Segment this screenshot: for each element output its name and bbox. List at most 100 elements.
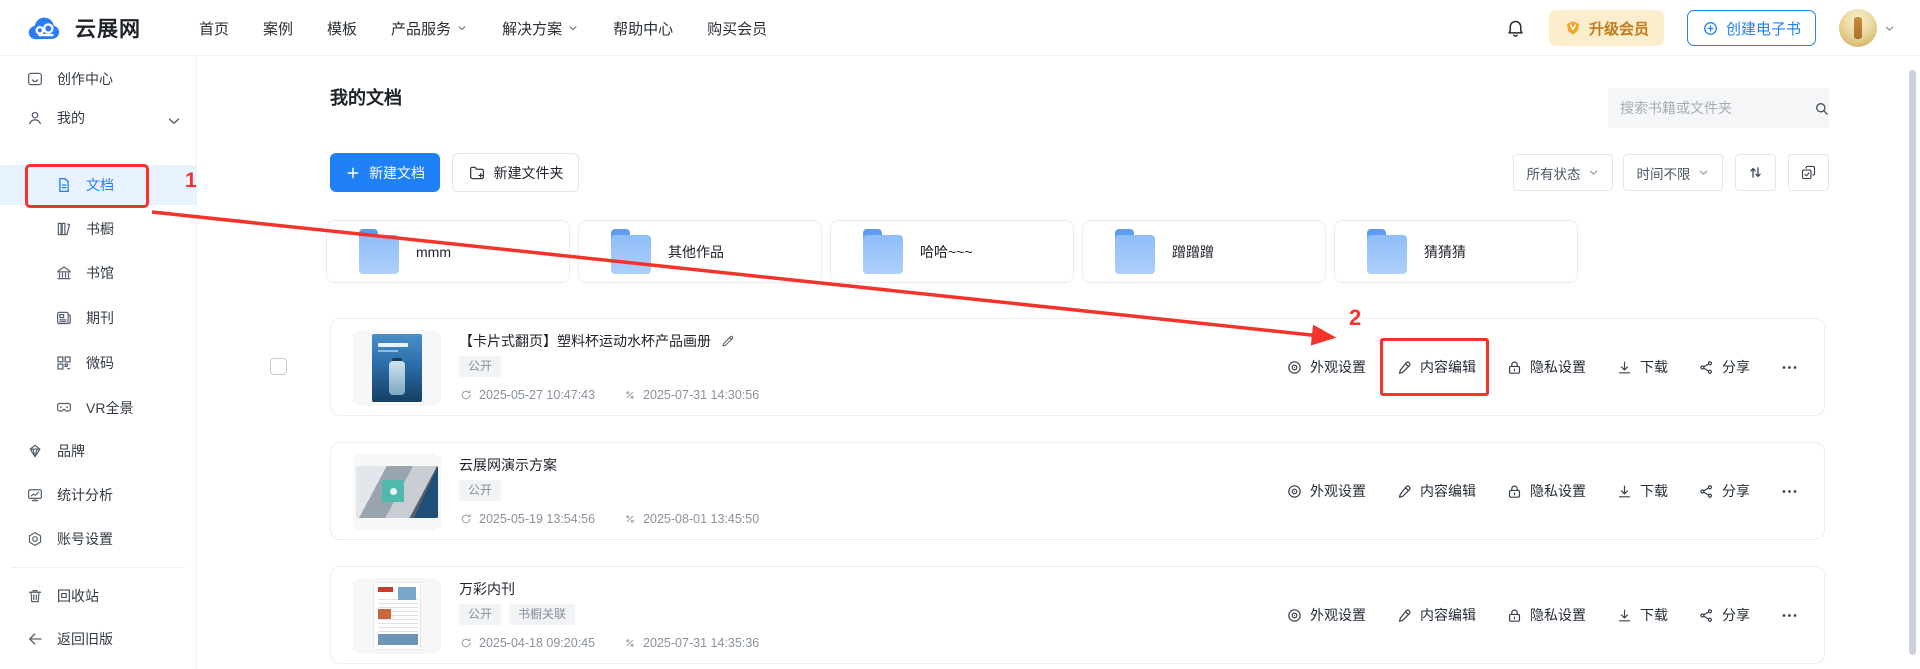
back-arrow-icon (26, 630, 44, 648)
menu-item-home[interactable]: 首页 (199, 18, 229, 39)
main-menu: 首页 案例 模板 产品服务 解决方案 帮助中心 购买会员 (199, 0, 767, 56)
search-input[interactable] (1608, 100, 1813, 116)
appearance-settings-button[interactable]: 外观设置 (1286, 481, 1366, 501)
share-button[interactable]: 分享 (1698, 481, 1750, 501)
privacy-settings-button[interactable]: 隐私设置 (1506, 357, 1586, 377)
document-title[interactable]: 万彩内刊 (459, 579, 515, 599)
menu-item-templates[interactable]: 模板 (327, 18, 357, 39)
content-edit-button[interactable]: 内容编辑 (1396, 481, 1476, 501)
sidebar-item-bookcase[interactable]: 书橱 (0, 209, 197, 249)
document-thumbnail[interactable] (353, 454, 441, 530)
status-filter-dropdown[interactable]: 所有状态 (1513, 154, 1613, 191)
select-all-icon (1800, 164, 1817, 181)
plus-circle-icon (1702, 20, 1719, 37)
menu-item-buy-membership[interactable]: 购买会员 (707, 18, 767, 39)
menu-item-cases[interactable]: 案例 (263, 18, 293, 39)
chevron-down-icon (567, 22, 579, 34)
update-time: 2025-05-19 13:54:56 (459, 512, 595, 526)
row-checkbox[interactable] (270, 358, 287, 375)
folder-card[interactable]: 蹭蹭蹭 (1082, 220, 1326, 283)
document-title[interactable]: 云展网演示方案 (459, 455, 557, 475)
menu-item-solutions[interactable]: 解决方案 (502, 18, 579, 39)
menu-item-products[interactable]: 产品服务 (391, 18, 468, 39)
appearance-settings-button[interactable]: 外观设置 (1286, 605, 1366, 625)
sidebar-item-recycle-bin[interactable]: 回收站 (0, 576, 197, 616)
sidebar-divider (12, 567, 185, 568)
more-button[interactable] (1780, 606, 1799, 625)
time-filter-dropdown[interactable]: 时间不限 (1623, 154, 1723, 191)
chevron-down-icon (1587, 166, 1600, 179)
sidebar-item-creation-center[interactable]: 创作中心 (0, 59, 197, 99)
download-button[interactable]: 下载 (1616, 481, 1668, 501)
journal-icon (55, 309, 73, 327)
sort-arrows-icon (1747, 164, 1764, 181)
sidebar-item-mine[interactable]: 我的 (0, 98, 197, 138)
bookcase-link-badge: 书橱关联 (509, 604, 575, 625)
document-row[interactable]: 【卡片式翻页】塑料杯运动水杯产品画册 公开 2025-05-27 10:47:4… (330, 318, 1825, 416)
folder-card[interactable]: mmm (326, 220, 570, 283)
rename-pencil-icon[interactable] (720, 333, 736, 349)
account-menu[interactable] (1839, 9, 1896, 47)
edit-pen-icon (1396, 359, 1413, 376)
create-ebook-button[interactable]: 创建电子书 (1687, 10, 1816, 46)
new-folder-button[interactable]: 新建文件夹 (452, 153, 579, 192)
percent-icon (623, 512, 637, 526)
chevron-down-icon (1697, 166, 1710, 179)
sidebar-item-account-settings[interactable]: 账号设置 (0, 519, 197, 559)
status-badge: 公开 (459, 356, 501, 377)
document-row[interactable]: 云展网演示方案 公开 2025-05-19 13:54:56 2025-08-0… (330, 442, 1825, 540)
sidebar-item-library[interactable]: 书馆 (0, 253, 197, 293)
folder-card[interactable]: 猜猜猜 (1334, 220, 1578, 283)
vip-badge-icon (1564, 19, 1582, 37)
folder-icon (1367, 229, 1407, 274)
document-thumbnail[interactable] (353, 578, 441, 654)
appearance-settings-button[interactable]: 外观设置 (1286, 357, 1366, 377)
privacy-settings-button[interactable]: 隐私设置 (1506, 605, 1586, 625)
search-icon[interactable] (1813, 100, 1830, 117)
avatar[interactable] (1839, 9, 1877, 47)
share-icon (1698, 607, 1715, 624)
sidebar-item-documents[interactable]: 文档 (0, 165, 197, 205)
vertical-scrollbar[interactable] (1909, 70, 1916, 655)
download-button[interactable]: 下载 (1616, 605, 1668, 625)
sidebar-item-qrcode[interactable]: 微码 (0, 343, 197, 383)
percent-icon (623, 636, 637, 650)
download-button[interactable]: 下载 (1616, 357, 1668, 377)
privacy-settings-button[interactable]: 隐私设置 (1506, 481, 1586, 501)
batch-select-button[interactable] (1788, 154, 1829, 191)
document-thumbnail[interactable] (353, 330, 441, 406)
sync-icon (459, 636, 473, 650)
appearance-icon (1286, 359, 1303, 376)
content-edit-button[interactable]: 内容编辑 (1396, 357, 1476, 377)
status-badge: 公开 (459, 604, 501, 625)
content-edit-button[interactable]: 内容编辑 (1396, 605, 1476, 625)
folder-name: mmm (416, 244, 451, 260)
percent-icon (623, 388, 637, 402)
sidebar-item-vr-panorama[interactable]: VR全景 (0, 388, 197, 428)
upgrade-membership-button[interactable]: 升级会员 (1549, 10, 1664, 46)
download-icon (1616, 607, 1633, 624)
cloud-logo-icon (24, 12, 66, 44)
notification-bell-icon[interactable] (1505, 18, 1526, 39)
sidebar-item-journal[interactable]: 期刊 (0, 298, 197, 338)
sidebar-item-brand[interactable]: 品牌 (0, 431, 197, 471)
more-button[interactable] (1780, 358, 1799, 377)
new-document-button[interactable]: 新建文档 (330, 153, 440, 192)
sort-button[interactable] (1735, 154, 1776, 191)
sidebar-item-statistics[interactable]: 统计分析 (0, 475, 197, 515)
stats-monitor-icon (26, 486, 44, 504)
folder-icon (1115, 229, 1155, 274)
sidebar: 创作中心 我的 文档 书橱 书馆 期刊 微码 VR全景 品牌 统计分析 账号设置… (0, 56, 197, 669)
share-button[interactable]: 分享 (1698, 605, 1750, 625)
brand-logo[interactable]: 云展网 (24, 0, 141, 56)
download-icon (1616, 359, 1633, 376)
sidebar-item-back-to-old[interactable]: 返回旧版 (0, 619, 197, 659)
more-button[interactable] (1780, 482, 1799, 501)
folder-card[interactable]: 哈哈~~~ (830, 220, 1074, 283)
folder-card[interactable]: 其他作品 (578, 220, 822, 283)
cover-image (373, 582, 421, 650)
document-row[interactable]: 万彩内刊 公开 书橱关联 2025-04-18 09:20:45 2025-07… (330, 566, 1825, 664)
document-title[interactable]: 【卡片式翻页】塑料杯运动水杯产品画册 (459, 331, 711, 351)
menu-item-help[interactable]: 帮助中心 (613, 18, 673, 39)
share-button[interactable]: 分享 (1698, 357, 1750, 377)
